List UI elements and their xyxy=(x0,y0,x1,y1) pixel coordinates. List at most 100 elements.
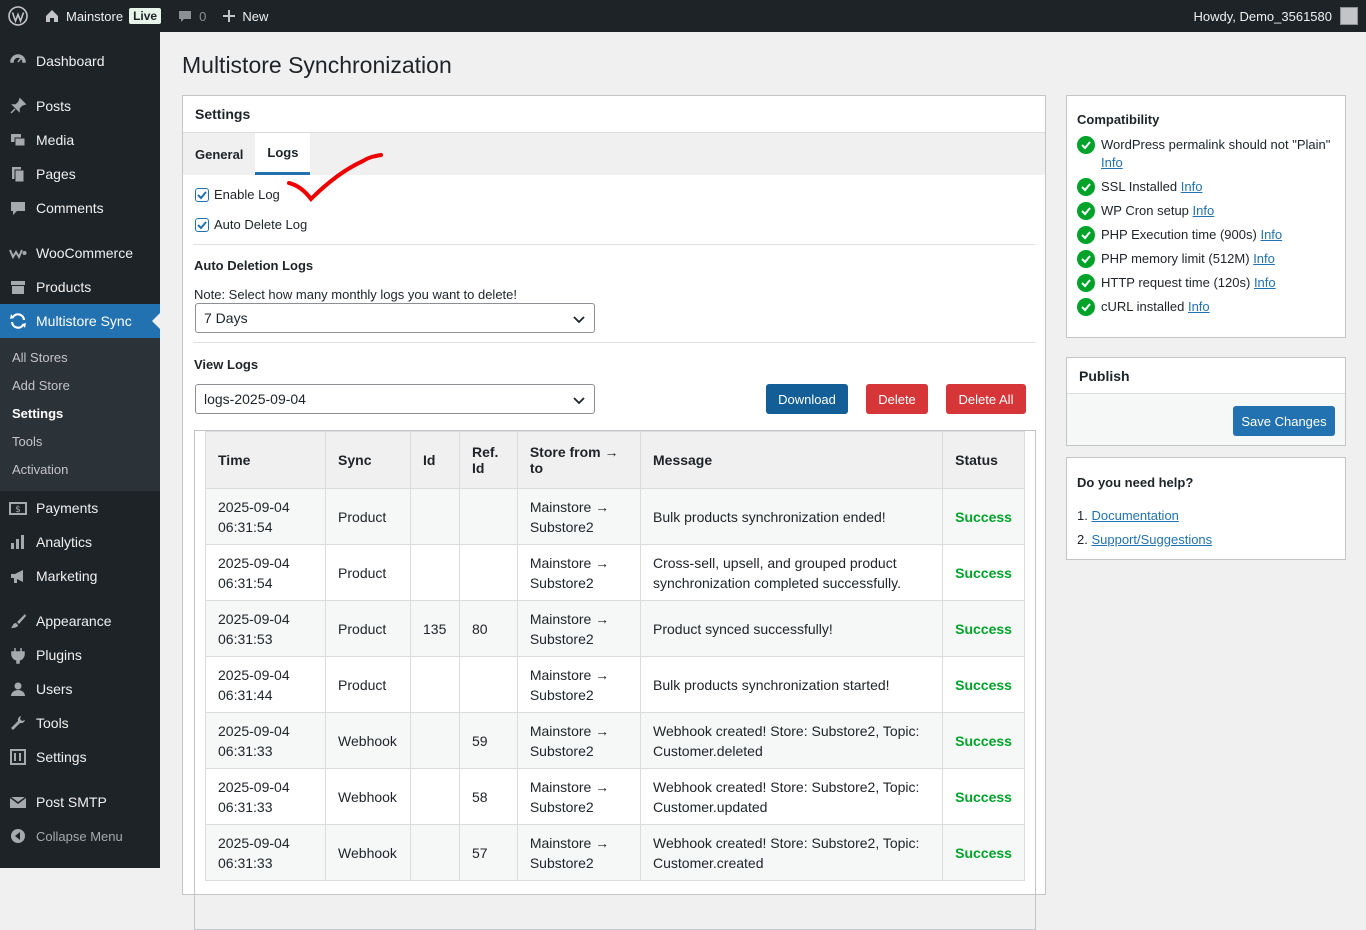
help-links: 1. Documentation 2. Support/Suggestions xyxy=(1077,508,1213,547)
info-link[interactable]: Info xyxy=(1188,299,1210,314)
logs-table-container[interactable]: Time Sync Id Ref. Id Store from → to Mes… xyxy=(194,430,1036,930)
delete-button[interactable]: Delete xyxy=(866,384,928,414)
sidebar-item-woocommerce[interactable]: WooCommerce xyxy=(0,236,160,270)
submenu-add-store[interactable]: Add Store xyxy=(0,372,160,400)
info-link[interactable]: Info xyxy=(1181,179,1203,194)
multistore-submenu: All Stores Add Store Settings Tools Acti… xyxy=(0,338,160,491)
compat-item: cURL installed Info xyxy=(1067,295,1345,319)
sidebar-item-pages[interactable]: Pages xyxy=(0,157,160,191)
enable-log-label: Enable Log xyxy=(214,187,280,202)
sidebar-item-plugins[interactable]: Plugins xyxy=(0,638,160,672)
sidebar-item-multistore-sync[interactable]: Multistore Sync xyxy=(0,304,160,338)
status-badge: Success xyxy=(942,824,1025,881)
submenu-activation[interactable]: Activation xyxy=(0,456,160,484)
save-changes-button[interactable]: Save Changes xyxy=(1233,406,1335,436)
auto-deletion-heading: Auto Deletion Logs xyxy=(194,258,314,273)
help-title: Do you need help? xyxy=(1077,475,1194,490)
info-link[interactable]: Info xyxy=(1253,251,1275,266)
auto-delete-log-option[interactable]: Auto Delete Log xyxy=(195,217,307,232)
help-panel: Do you need help? 1. Documentation 2. Su… xyxy=(1066,457,1346,560)
logs-table: Time Sync Id Ref. Id Store from → to Mes… xyxy=(204,431,1025,881)
deletion-note: Note: Select how many monthly logs you w… xyxy=(194,287,518,302)
deletion-period-select[interactable]: 7 Days xyxy=(195,303,595,333)
sidebar-item-comments[interactable]: Comments xyxy=(0,191,160,225)
pin-icon xyxy=(8,96,28,116)
check-circle-icon xyxy=(1077,202,1095,220)
megaphone-icon xyxy=(8,566,28,586)
info-link[interactable]: Info xyxy=(1260,227,1282,242)
sidebar-item-media[interactable]: Media xyxy=(0,123,160,157)
log-file-select[interactable]: logs-2025-09-04 xyxy=(195,384,595,414)
check-circle-icon xyxy=(1077,274,1095,292)
pages-icon xyxy=(8,164,28,184)
support-suggestions-link[interactable]: Support/Suggestions xyxy=(1091,532,1212,547)
new-content-link[interactable]: New xyxy=(214,0,276,32)
sidebar-item-settings[interactable]: Settings xyxy=(0,740,160,774)
deletion-period-value: 7 Days xyxy=(204,310,248,326)
compat-item: PHP memory limit (512M) Info xyxy=(1067,247,1345,271)
documentation-link[interactable]: Documentation xyxy=(1091,508,1178,523)
sidebar-item-products[interactable]: Products xyxy=(0,270,160,304)
sidebar-item-dashboard[interactable]: Dashboard xyxy=(0,44,160,78)
col-id: Id xyxy=(410,431,460,489)
sidebar-item-users[interactable]: Users xyxy=(0,672,160,706)
chevron-down-icon xyxy=(573,316,585,324)
sidebar-item-marketing[interactable]: Marketing xyxy=(0,559,160,593)
auto-delete-log-checkbox[interactable] xyxy=(195,217,209,232)
publish-actions: Save Changes xyxy=(1067,394,1345,445)
comment-icon xyxy=(8,198,28,218)
home-icon xyxy=(46,10,58,22)
sidebar-item-analytics[interactable]: Analytics xyxy=(0,525,160,559)
table-header-row: Time Sync Id Ref. Id Store from → to Mes… xyxy=(204,431,1025,489)
table-row: 2025-09-04 06:31:33 Webhook 58 Mainstore… xyxy=(204,768,1025,825)
comments-link[interactable]: 0 xyxy=(169,0,214,32)
info-link[interactable]: Info xyxy=(1101,155,1123,170)
collapse-menu-button[interactable]: Collapse Menu xyxy=(0,819,160,853)
download-button[interactable]: Download xyxy=(766,384,848,414)
sidebar-item-post-smtp[interactable]: Post SMTP xyxy=(0,785,160,819)
col-time: Time xyxy=(204,431,327,489)
table-row: 2025-09-04 06:31:54 Product Mainstore → … xyxy=(204,488,1025,545)
plugin-icon xyxy=(8,645,28,665)
sidebar-item-payments[interactable]: $ Payments xyxy=(0,491,160,525)
table-row: 2025-09-04 06:31:53 Product 135 80 Mains… xyxy=(204,600,1025,657)
sidebar-item-appearance[interactable]: Appearance xyxy=(0,604,160,638)
compatibility-panel: Compatibility WordPress permalink should… xyxy=(1066,95,1346,338)
table-row: 2025-09-04 06:31:54 Product Mainstore → … xyxy=(204,544,1025,601)
table-row: 2025-09-04 06:31:33 Webhook 59 Mainstore… xyxy=(204,712,1025,769)
dashboard-icon xyxy=(8,51,28,71)
tab-general[interactable]: General xyxy=(183,133,255,175)
status-badge: Success xyxy=(942,544,1025,601)
auto-delete-log-label: Auto Delete Log xyxy=(214,217,308,232)
enable-log-checkbox[interactable] xyxy=(195,187,209,202)
view-logs-heading: View Logs xyxy=(194,357,259,372)
mail-icon xyxy=(8,792,28,812)
archive-icon xyxy=(8,277,28,297)
payments-icon: $ xyxy=(8,498,28,518)
compat-item: PHP Execution time (900s) Info xyxy=(1067,223,1345,247)
info-link[interactable]: Info xyxy=(1254,275,1276,290)
status-badge: Success xyxy=(942,600,1025,657)
divider xyxy=(193,244,1035,245)
comment-icon xyxy=(179,11,192,22)
check-circle-icon xyxy=(1077,136,1095,154)
compat-item: WordPress permalink should not "Plain" I… xyxy=(1067,133,1345,175)
info-link[interactable]: Info xyxy=(1193,203,1215,218)
status-badge: Success xyxy=(942,712,1025,769)
wordpress-logo-icon[interactable] xyxy=(0,0,36,32)
submenu-all-stores[interactable]: All Stores xyxy=(0,344,160,372)
admin-bar: Mainstore Live 0 New Howdy, Demo_3561580 xyxy=(0,0,1366,32)
sidebar-item-tools[interactable]: Tools xyxy=(0,706,160,740)
col-message: Message xyxy=(639,431,944,489)
sidebar-item-posts[interactable]: Posts xyxy=(0,89,160,123)
site-name-link[interactable]: Mainstore Live xyxy=(36,0,169,32)
check-circle-icon xyxy=(1077,178,1095,196)
status-badge: Success xyxy=(942,488,1025,545)
delete-all-button[interactable]: Delete All xyxy=(946,384,1026,414)
submenu-tools[interactable]: Tools xyxy=(0,428,160,456)
settings-panel: Settings General Logs Enable Log Auto De… xyxy=(182,95,1046,930)
compat-item: WP Cron setup Info xyxy=(1067,199,1345,223)
account-menu[interactable]: Howdy, Demo_3561580 xyxy=(1193,7,1366,25)
submenu-settings[interactable]: Settings xyxy=(0,400,160,428)
enable-log-option[interactable]: Enable Log xyxy=(195,187,280,202)
